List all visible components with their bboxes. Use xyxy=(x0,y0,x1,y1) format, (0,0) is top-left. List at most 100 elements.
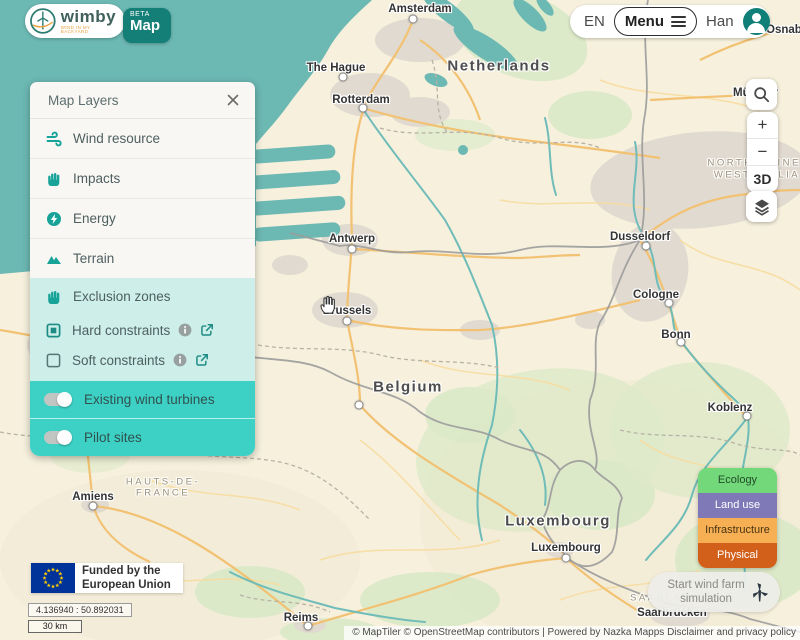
layer-item-label: Terrain xyxy=(73,251,114,266)
city-marker xyxy=(743,412,752,421)
zoom-out-button[interactable]: − xyxy=(747,138,778,165)
info-icon[interactable] xyxy=(173,353,187,367)
map-label: Map xyxy=(130,18,171,34)
hamburger-icon xyxy=(671,13,686,29)
layers-icon xyxy=(753,198,771,216)
layer-item-energy[interactable]: Energy xyxy=(30,199,255,239)
city-marker xyxy=(343,317,352,326)
menu-button-label: Menu xyxy=(625,13,664,30)
attribution-text: © MapTiler © OpenStreetMap contributors … xyxy=(352,627,667,638)
search-button[interactable] xyxy=(746,79,777,110)
layer-item-label: Wind resource xyxy=(73,131,160,146)
toggle-label: Existing wind turbines xyxy=(84,392,215,407)
layer-item-exclusion-zones[interactable]: Exclusion zones xyxy=(30,278,255,315)
pilot-sites-toggle[interactable] xyxy=(44,431,71,444)
wimby-logo[interactable]: wimby WIND IN MY BACKYARD xyxy=(25,4,125,38)
zoom-in-button[interactable]: + xyxy=(747,112,778,138)
city-label: The Hague xyxy=(307,62,366,74)
external-link-icon[interactable] xyxy=(195,353,209,367)
legend-label: Infrastructure xyxy=(705,524,770,536)
constraint-label: Hard constraints xyxy=(72,323,170,338)
city-marker xyxy=(665,299,674,308)
city-label: Amsterdam xyxy=(388,3,451,15)
close-icon[interactable] xyxy=(225,92,241,108)
legend-item-physical[interactable]: Physical xyxy=(698,543,777,568)
city-label: Luxembourg xyxy=(531,542,601,554)
legend-item-ecology[interactable]: Ecology xyxy=(698,468,777,493)
map-attribution: © MapTiler © OpenStreetMap contributors … xyxy=(344,626,800,640)
cursor-hand-icon xyxy=(318,293,338,315)
layer-item-terrain[interactable]: Terrain xyxy=(30,239,255,278)
basemap-layers-button[interactable] xyxy=(746,191,777,222)
top-nav: EN Menu Han xyxy=(570,5,770,38)
eu-funding-notice: Funded by the European Union xyxy=(31,563,183,593)
user-avatar[interactable] xyxy=(743,8,770,35)
overlay-toggles-section: Existing wind turbines Pilot sites xyxy=(30,381,255,456)
legend-item-infrastructure[interactable]: Infrastructure xyxy=(698,518,777,543)
constraint-label: Soft constraints xyxy=(72,353,165,368)
coordinates-readout: 4.136940 : 50.892031 xyxy=(28,603,132,617)
sim-label-line2: simulation xyxy=(680,593,732,605)
city-marker xyxy=(355,401,364,410)
brand-name: wimby xyxy=(61,8,119,25)
start-simulation-button[interactable]: Start wind farm simulation xyxy=(648,572,780,612)
terrain-icon xyxy=(46,251,62,267)
region-label: FRANCE xyxy=(136,488,190,499)
existing-wind-turbines-row[interactable]: Existing wind turbines xyxy=(30,381,255,418)
layer-item-label: Energy xyxy=(73,211,116,226)
legend-label: Land use xyxy=(715,499,760,511)
city-label: Reims xyxy=(284,612,319,624)
city-marker xyxy=(348,245,357,254)
panel-title: Map Layers xyxy=(48,93,119,108)
layer-item-wind-resource[interactable]: Wind resource xyxy=(30,119,255,159)
checkbox-unchecked-icon[interactable] xyxy=(46,353,61,368)
wimby-map-app: { "header": { "logo": {"brand": "wimby",… xyxy=(0,0,800,640)
wind-turbine-icon xyxy=(748,580,772,604)
pilot-sites-row[interactable]: Pilot sites xyxy=(30,418,255,456)
attribution-links[interactable]: Disclaimer and privacy policy xyxy=(667,627,796,638)
zoom-control: + − 3D xyxy=(747,112,778,192)
beta-map-badge[interactable]: BETA Map xyxy=(123,8,171,43)
hard-constraints-row[interactable]: Hard constraints xyxy=(30,315,255,345)
mode-3d-button[interactable]: 3D xyxy=(747,165,778,192)
legend-item-land-use[interactable]: Land use xyxy=(698,493,777,518)
country-label: Netherlands xyxy=(447,58,550,75)
layer-item-impacts[interactable]: Impacts xyxy=(30,159,255,199)
section-header-label: Exclusion zones xyxy=(73,289,171,304)
city-marker xyxy=(89,502,98,511)
info-icon[interactable] xyxy=(178,323,192,337)
language-selector[interactable]: EN xyxy=(584,13,605,30)
city-label: Dusseldorf xyxy=(610,231,670,243)
scale-bar: 30 km xyxy=(28,620,82,633)
city-marker xyxy=(642,242,651,251)
city-marker xyxy=(562,554,571,563)
city-marker xyxy=(409,15,418,24)
country-label: Belgium xyxy=(373,379,443,396)
city-marker xyxy=(359,104,368,113)
city-marker xyxy=(339,73,348,82)
constraint-legend: Ecology Land use Infrastructure Physical xyxy=(698,468,777,568)
map-layers-panel: Map Layers Wind resource Impacts Energy xyxy=(30,82,255,456)
legend-label: Physical xyxy=(717,549,758,561)
toggle-label: Pilot sites xyxy=(84,430,142,445)
funding-line2: European Union xyxy=(82,578,171,592)
eu-flag xyxy=(31,563,75,593)
menu-button[interactable]: Menu xyxy=(614,7,697,36)
city-label: Osnabrück xyxy=(766,24,800,36)
legend-label: Ecology xyxy=(718,474,757,486)
checkbox-checked-icon[interactable] xyxy=(46,323,61,338)
funding-line1: Funded by the xyxy=(82,564,171,578)
wind-icon xyxy=(46,131,62,147)
city-label: Antwerp xyxy=(329,233,375,245)
wimby-turbine-icon xyxy=(29,7,57,35)
user-name: Han xyxy=(706,13,734,30)
brand-tagline: WIND IN MY BACKYARD xyxy=(61,26,119,35)
city-marker xyxy=(677,338,686,347)
layer-item-label: Impacts xyxy=(73,171,120,186)
external-link-icon[interactable] xyxy=(200,323,214,337)
soft-constraints-row[interactable]: Soft constraints xyxy=(30,345,255,375)
search-icon xyxy=(753,86,770,103)
city-marker xyxy=(304,622,313,631)
existing-wind-turbines-toggle[interactable] xyxy=(44,393,71,406)
exclusion-zones-section: Exclusion zones Hard constraints Soft co xyxy=(30,278,255,381)
